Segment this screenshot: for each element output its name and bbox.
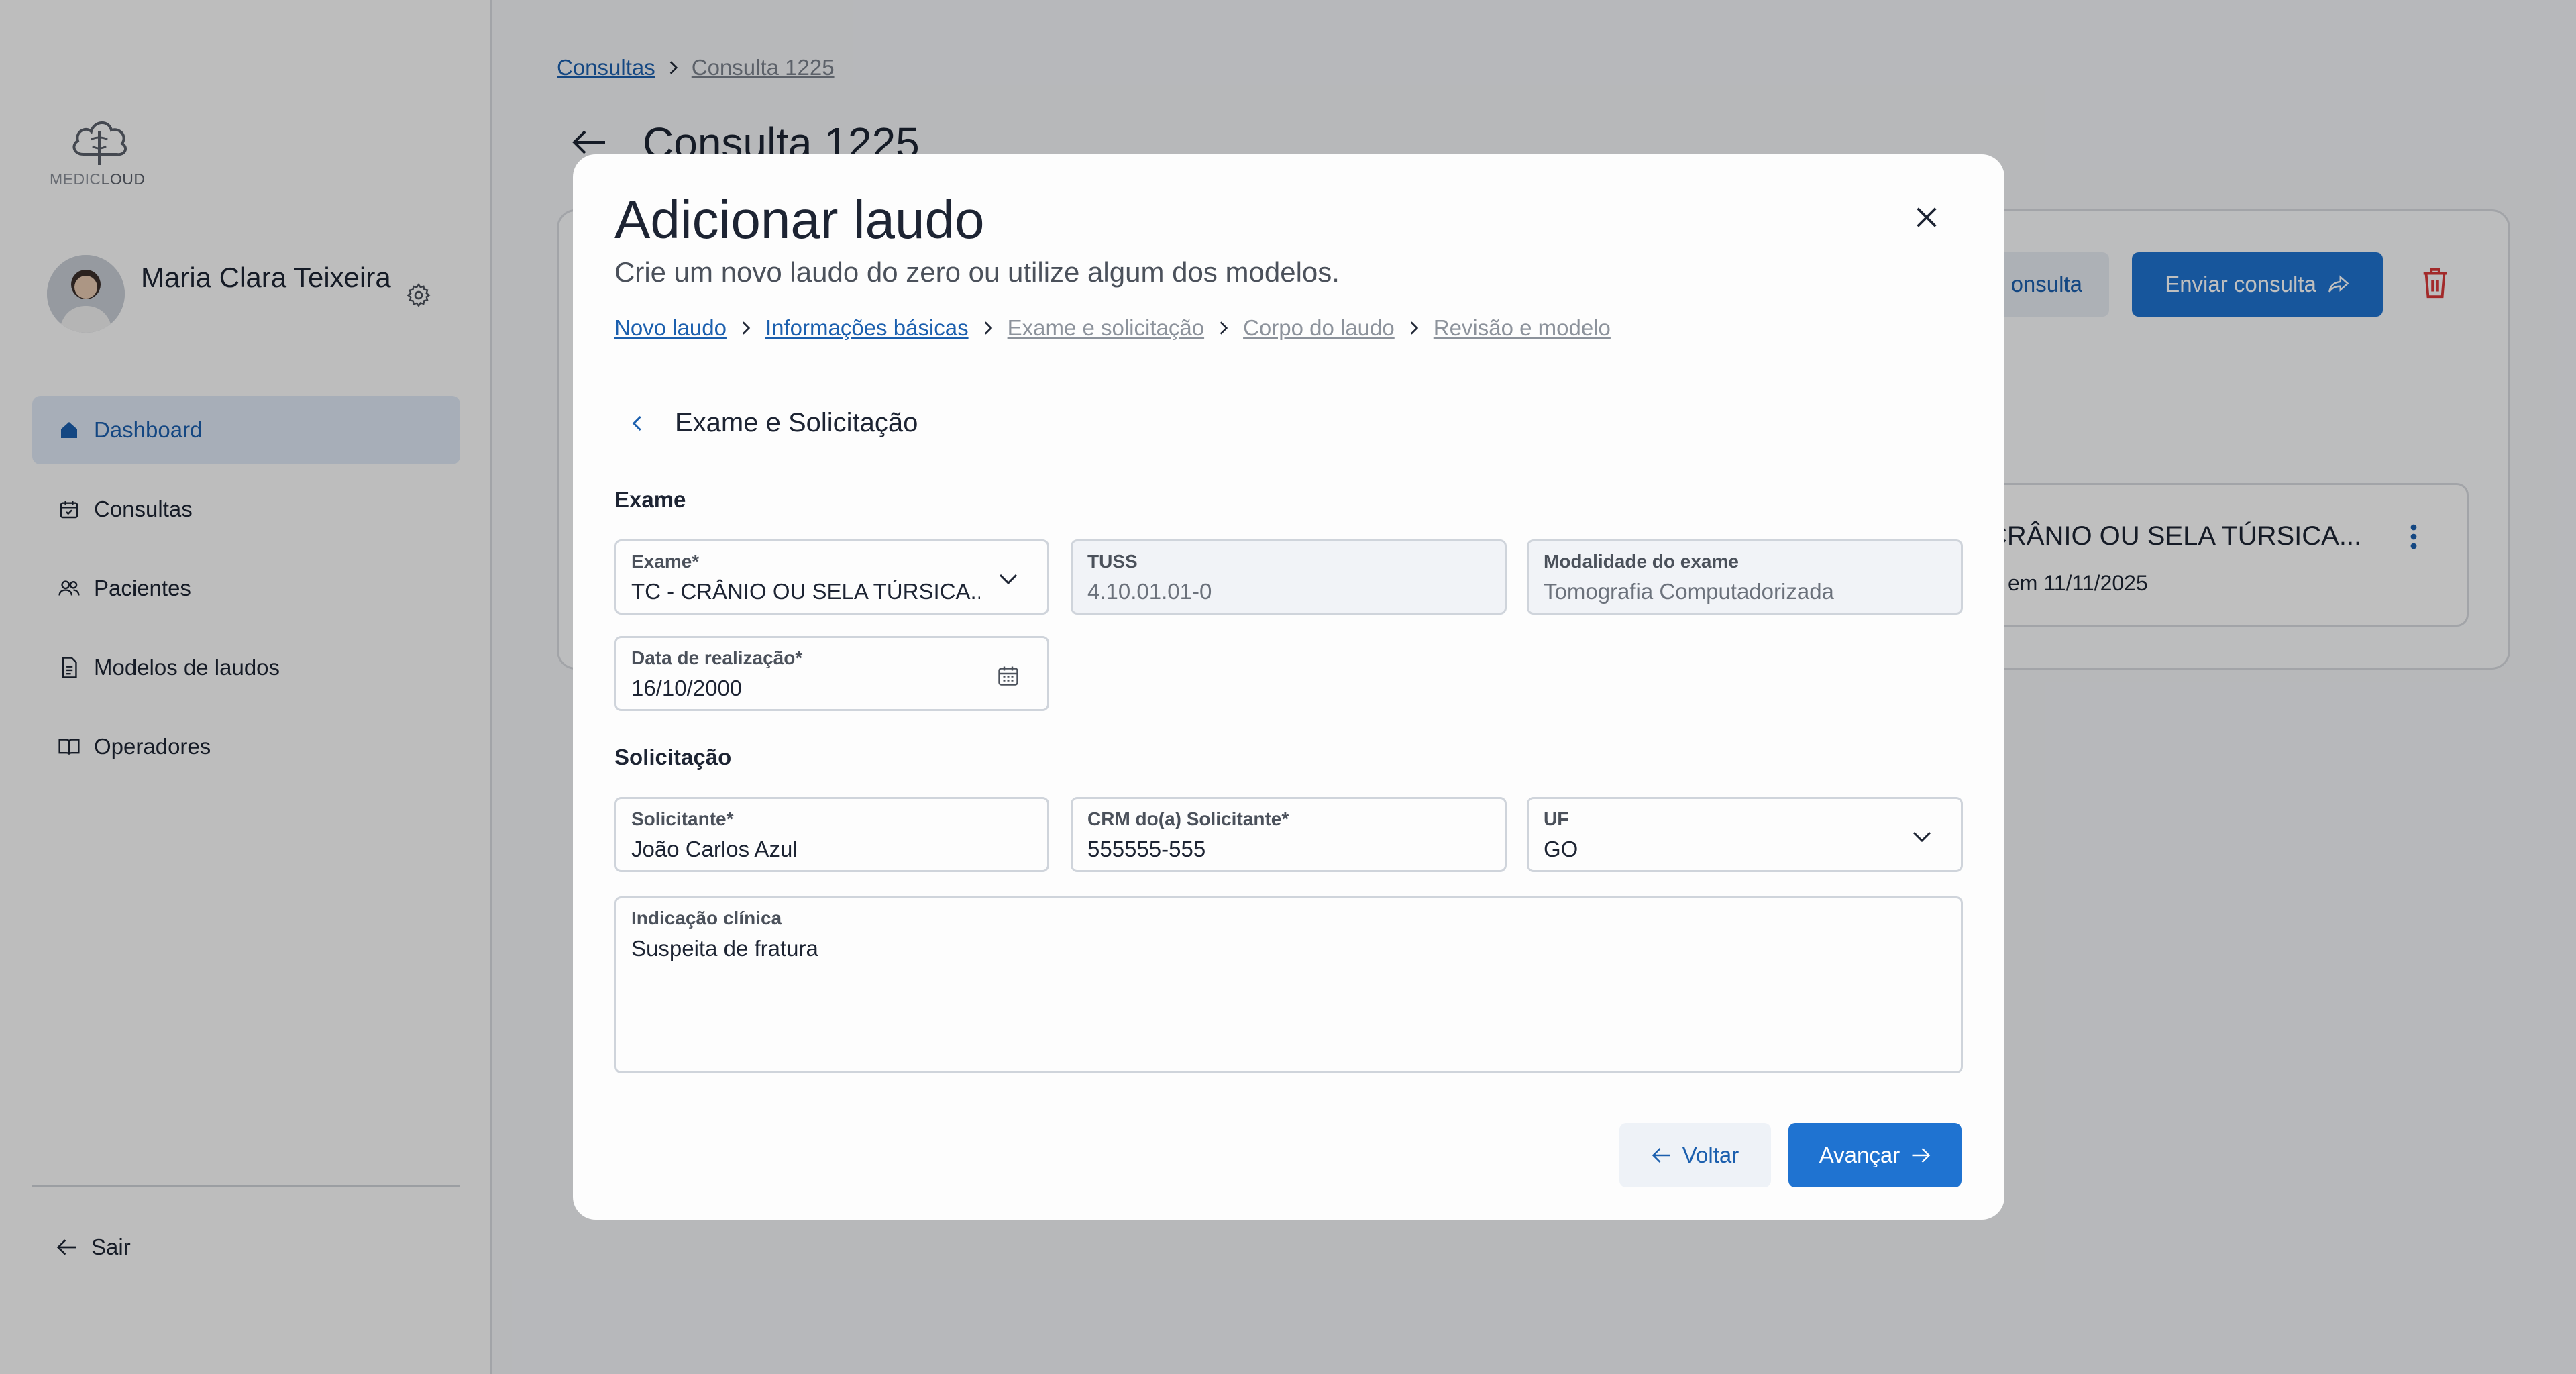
modalidade-value: Tomografia Computadorizada bbox=[1544, 579, 1834, 604]
avancar-label: Avançar bbox=[1819, 1143, 1900, 1167]
add-laudo-modal: Adicionar laudo Crie um novo laudo do ze… bbox=[573, 154, 2004, 1220]
indicacao-clinica-textarea[interactable]: Indicação clínica Suspeita de fratura bbox=[614, 896, 1963, 1073]
chevron-right-icon bbox=[1215, 319, 1232, 337]
data-label: Data de realização* bbox=[631, 647, 803, 668]
modal-subtitle: Crie um novo laudo do zero ou utilize al… bbox=[614, 256, 1340, 288]
step-novo-laudo[interactable]: Novo laudo bbox=[614, 315, 727, 341]
indicacao-label: Indicação clínica bbox=[631, 908, 782, 929]
data-value: 16/10/2000 bbox=[631, 676, 743, 700]
step-informacoes-basicas[interactable]: Informações básicas bbox=[765, 315, 969, 341]
exame-select[interactable]: Exame* TC - CRÂNIO OU SELA TÚRSICA... bbox=[614, 539, 1049, 615]
arrow-right-icon bbox=[1912, 1148, 1931, 1163]
step-revisao-e-modelo[interactable]: Revisão e modelo bbox=[1434, 315, 1611, 341]
crm-label: CRM do(a) Solicitante* bbox=[1087, 808, 1289, 829]
exame-value: TC - CRÂNIO OU SELA TÚRSICA... bbox=[631, 579, 980, 604]
chevron-right-icon bbox=[979, 319, 997, 337]
solicitante-field[interactable]: Solicitante* João Carlos Azul bbox=[614, 797, 1049, 872]
section-header: Exame e Solicitação bbox=[628, 408, 918, 438]
modal-title: Adicionar laudo bbox=[614, 190, 985, 250]
step-exame-e-solicitacao[interactable]: Exame e solicitação bbox=[1008, 315, 1204, 341]
crm-value: 555555-555 bbox=[1087, 837, 1206, 861]
chevron-down-icon bbox=[996, 567, 1020, 591]
modalidade-label: Modalidade do exame bbox=[1544, 551, 1739, 572]
solicitacao-group-label: Solicitação bbox=[614, 745, 732, 770]
uf-label: UF bbox=[1544, 808, 1569, 829]
section-title: Exame e Solicitação bbox=[675, 408, 918, 437]
uf-select[interactable]: UF GO bbox=[1527, 797, 1963, 872]
avancar-button[interactable]: Avançar bbox=[1788, 1123, 1962, 1187]
voltar-label: Voltar bbox=[1682, 1143, 1739, 1167]
stepper: Novo laudo Informações básicas Exame e s… bbox=[614, 315, 1611, 341]
tuss-value: 4.10.01.01-0 bbox=[1087, 579, 1212, 604]
indicacao-value: Suspeita de fratura bbox=[631, 936, 818, 961]
step-corpo-do-laudo[interactable]: Corpo do laudo bbox=[1243, 315, 1395, 341]
solicitante-value: João Carlos Azul bbox=[631, 837, 798, 861]
exame-label: Exame* bbox=[631, 551, 700, 572]
calendar-icon[interactable] bbox=[996, 664, 1020, 688]
uf-value: GO bbox=[1544, 837, 1578, 861]
chevron-down-icon bbox=[1910, 825, 1934, 849]
voltar-button[interactable]: Voltar bbox=[1619, 1123, 1771, 1187]
crm-field[interactable]: CRM do(a) Solicitante* 555555-555 bbox=[1071, 797, 1507, 872]
exame-group-label: Exame bbox=[614, 487, 686, 512]
tuss-label: TUSS bbox=[1087, 551, 1138, 572]
modalidade-field: Modalidade do exame Tomografia Computado… bbox=[1527, 539, 1963, 615]
close-icon[interactable] bbox=[1913, 204, 1940, 231]
tuss-field: TUSS 4.10.01.01-0 bbox=[1071, 539, 1507, 615]
chevron-right-icon bbox=[1405, 319, 1423, 337]
data-realizacao-field[interactable]: Data de realização* 16/10/2000 bbox=[614, 636, 1049, 711]
arrow-left-icon bbox=[1652, 1148, 1670, 1163]
solicitante-label: Solicitante* bbox=[631, 808, 734, 829]
chevron-right-icon bbox=[737, 319, 755, 337]
chevron-left-icon[interactable] bbox=[628, 413, 648, 433]
